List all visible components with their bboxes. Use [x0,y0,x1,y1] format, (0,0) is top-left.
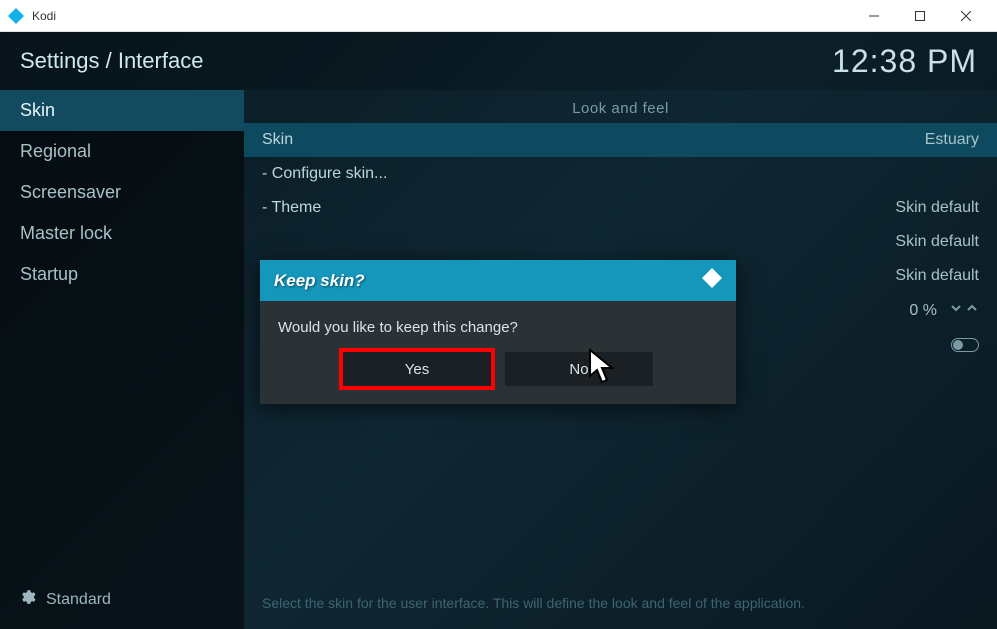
window-titlebar: Kodi [0,0,997,32]
settings-level-label: Standard [46,591,111,609]
keep-skin-dialog: Keep skin? Would you like to keep this c… [260,260,736,404]
setting-label: - Theme [262,199,321,217]
button-label: Yes [405,361,429,378]
yes-button[interactable]: Yes [343,352,491,386]
zoom-stepper[interactable]: 0 % [909,301,979,320]
no-button[interactable]: No [505,352,653,386]
dialog-buttons: Yes No [260,352,736,404]
close-button[interactable] [943,1,989,31]
sidebar-item-screensaver[interactable]: Screensaver [0,172,244,213]
dialog-header: Keep skin? [260,260,736,301]
gear-icon [18,588,36,611]
window-controls [851,1,989,31]
setting-theme[interactable]: - Theme Skin default [244,191,997,225]
setting-label: - Configure skin... [262,165,387,183]
sidebar-item-skin[interactable]: Skin [0,90,244,131]
kodi-icon [702,268,722,293]
setting-configure-skin[interactable]: - Configure skin... [244,157,997,191]
settings-sidebar: Skin Regional Screensaver Master lock St… [0,90,244,629]
dialog-message: Would you like to keep this change? [260,301,736,352]
setting-value: Estuary [925,131,979,149]
settings-level[interactable]: Standard [18,588,111,611]
setting-value: Skin default [895,199,979,217]
setting-value: 0 % [909,302,937,320]
setting-label: Skin [262,131,293,149]
setting-value: Skin default [895,233,979,251]
kodi-icon [8,8,24,24]
section-title: Look and feel [244,90,997,123]
clock: 12:38 PM [832,43,977,80]
window-title: Kodi [32,9,851,23]
chevron-down-icon[interactable] [949,301,963,320]
button-label: No [569,361,588,378]
sidebar-item-startup[interactable]: Startup [0,254,244,295]
sidebar-item-master-lock[interactable]: Master lock [0,213,244,254]
chevron-up-icon[interactable] [965,301,979,320]
minimize-button[interactable] [851,1,897,31]
sidebar-item-label: Master lock [20,223,112,243]
setting-value: Skin default [895,267,979,285]
app-body: Settings / Interface 12:38 PM Skin Regio… [0,32,997,629]
app-header: Settings / Interface 12:38 PM [0,32,997,90]
maximize-button[interactable] [897,1,943,31]
sidebar-item-label: Skin [20,100,55,120]
dialog-title: Keep skin? [274,271,365,291]
sidebar-item-label: Startup [20,264,78,284]
setting-skin[interactable]: Skin Estuary [244,123,997,157]
sidebar-item-label: Regional [20,141,91,161]
setting-colours[interactable]: - Colours Skin default [244,225,997,259]
sidebar-item-regional[interactable]: Regional [0,131,244,172]
sidebar-item-label: Screensaver [20,182,121,202]
help-text: Select the skin for the user interface. … [262,595,979,611]
toggle-switch[interactable] [951,338,979,352]
breadcrumb: Settings / Interface [20,48,203,74]
